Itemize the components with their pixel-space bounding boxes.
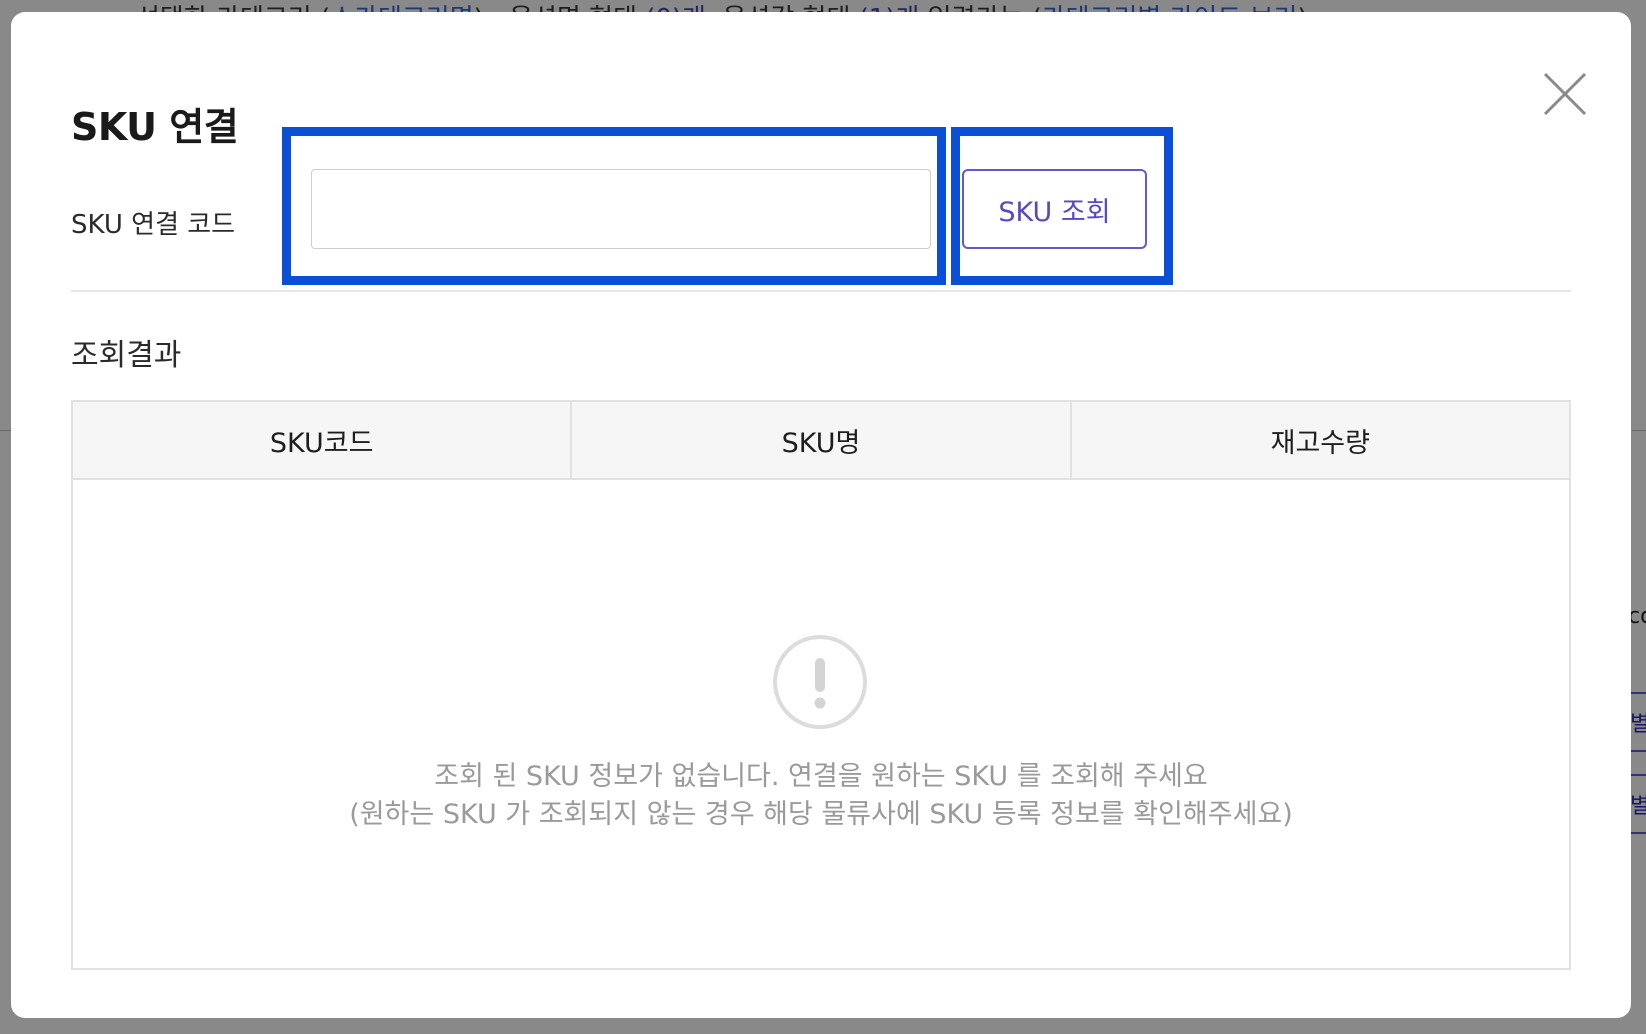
close-button[interactable] — [1539, 68, 1591, 120]
empty-state-hint: (원하는 SKU 가 조회되지 않는 경우 해당 물류사에 SKU 등록 정보를… — [349, 799, 1293, 830]
exclamation-circle-icon — [770, 632, 870, 732]
sku-link-modal: SKU 연결 SKU 연결 코드 SKU 조회 조회결과 SKU코드 SKU명 … — [11, 12, 1631, 1018]
results-table: SKU코드 SKU명 재고수량 조회 된 SKU 정보가 없습니다. 연결을 원… — [71, 400, 1571, 970]
close-icon — [1543, 72, 1587, 116]
section-divider — [71, 290, 1571, 292]
sku-lookup-button[interactable]: SKU 조회 — [962, 169, 1147, 249]
sku-code-input[interactable] — [311, 169, 931, 249]
sku-code-label: SKU 연결 코드 — [71, 210, 236, 240]
column-header-sku-code: SKU코드 — [73, 402, 573, 478]
column-header-sku-name: SKU명 — [572, 402, 1072, 478]
results-section-title: 조회결과 — [71, 338, 182, 373]
empty-state-message: 조회 된 SKU 정보가 없습니다. 연결을 원하는 SKU 를 조회해 주세요 — [434, 761, 1208, 792]
column-header-stock-qty: 재고수량 — [1270, 427, 1370, 459]
table-header: SKU코드 SKU명 재고수량 — [73, 402, 1569, 480]
modal-title: SKU 연결 — [71, 105, 239, 149]
